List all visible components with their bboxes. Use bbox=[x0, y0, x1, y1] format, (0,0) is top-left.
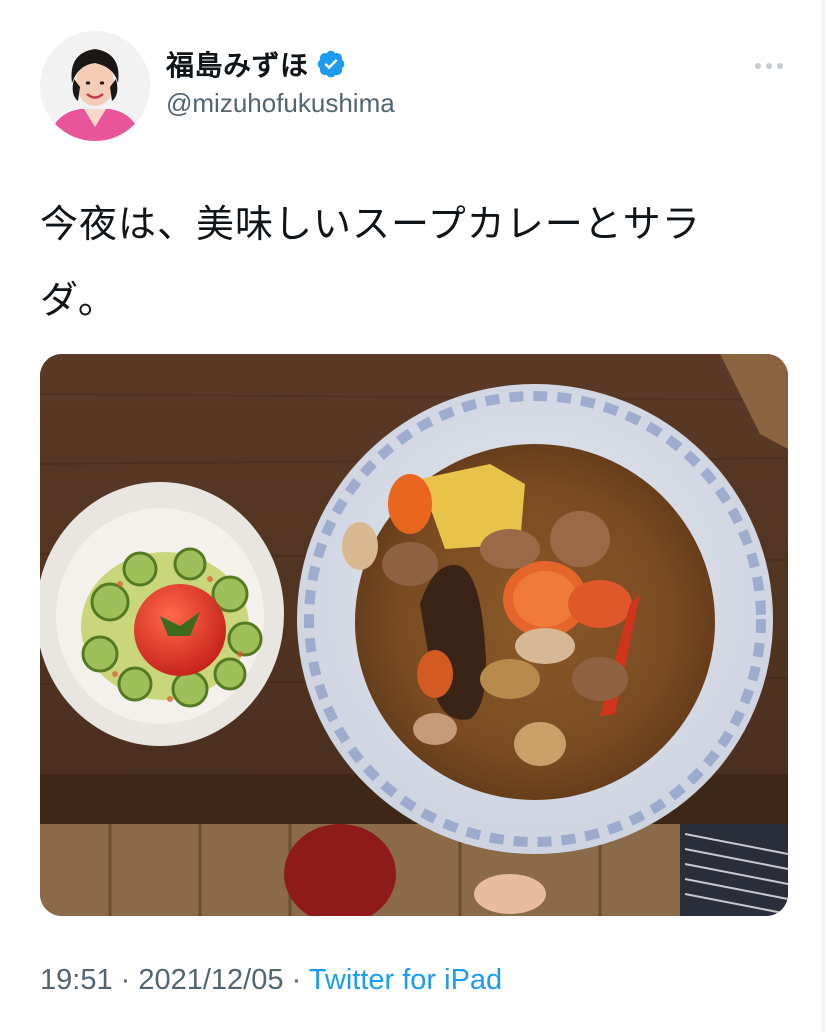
name-row: 福島みずほ bbox=[166, 44, 395, 84]
handle[interactable]: @mizuhofukushima bbox=[166, 88, 395, 119]
meta-separator: · bbox=[112, 964, 139, 996]
author-block: 福島みずほ @mizuhofukushima bbox=[166, 44, 395, 119]
tweet-source-link[interactable]: Twitter for iPad bbox=[309, 964, 502, 996]
tweet-text-line: 今夜は、美味しいスープカレーとサラ bbox=[40, 202, 701, 246]
more-horizontal-icon bbox=[755, 63, 783, 69]
more-button[interactable] bbox=[751, 52, 787, 80]
avatar[interactable] bbox=[40, 31, 150, 141]
tweet-text: 今夜は、美味しいスープカレーとサラ ダ。 bbox=[40, 186, 790, 338]
tweet-meta: 19:51 · 2021/12/05 · Twitter for iPad bbox=[40, 964, 502, 997]
tweet-date[interactable]: 2021/12/05 bbox=[138, 964, 283, 996]
tweet-text-line: ダ。 bbox=[40, 278, 117, 322]
verified-badge-icon bbox=[317, 50, 344, 78]
tweet-photo[interactable] bbox=[40, 354, 788, 916]
display-name[interactable]: 福島みずほ bbox=[166, 44, 309, 84]
avatar-image bbox=[40, 31, 150, 141]
tweet: 福島みずほ @mizuhofukushima 今夜は、美味しいスープカレーとサラ… bbox=[0, 0, 827, 1032]
photo-image bbox=[40, 354, 788, 916]
meta-separator: · bbox=[283, 964, 309, 996]
scrollbar[interactable] bbox=[821, 0, 825, 1032]
tweet-time[interactable]: 19:51 bbox=[40, 964, 113, 996]
